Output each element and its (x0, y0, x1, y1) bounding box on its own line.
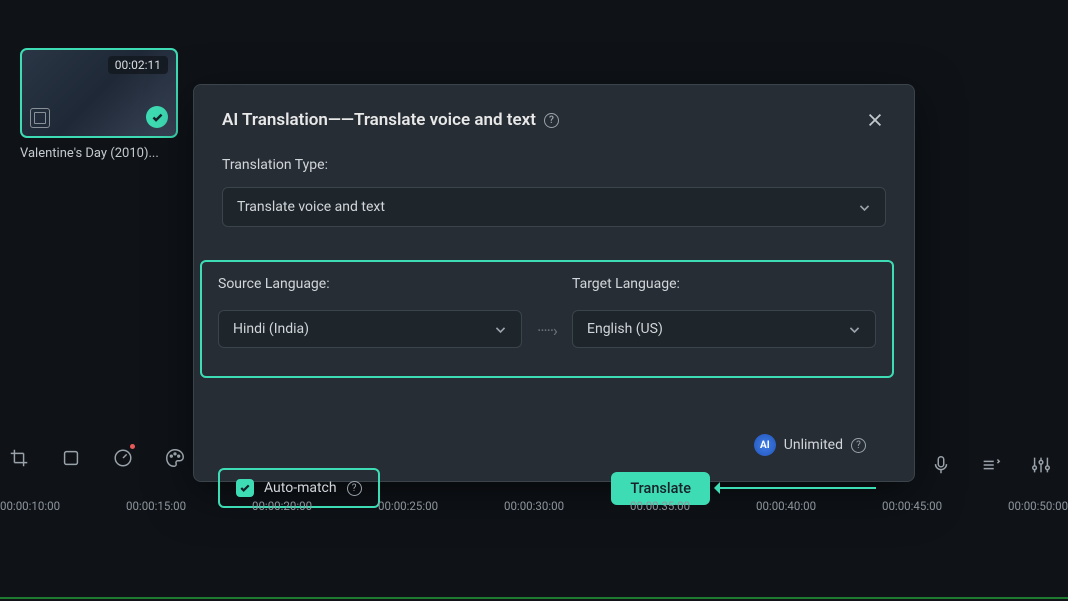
unlimited-indicator: AI Unlimited ? (754, 434, 866, 456)
chevron-down-icon (858, 201, 871, 214)
sliders-icon[interactable] (1030, 454, 1052, 476)
source-language-label: Source Language: (218, 276, 522, 292)
chevron-down-icon (848, 323, 861, 336)
translation-type-select[interactable]: Translate voice and text (222, 187, 886, 227)
checkmark-icon (146, 106, 168, 128)
timeline-toolbar-right (930, 454, 1052, 476)
media-icon (30, 108, 50, 128)
arrow-right-icon: ·····› (522, 321, 572, 340)
chevron-down-icon (494, 323, 507, 336)
timeline-label: 00:00:25:00 (378, 499, 438, 513)
crop-icon[interactable] (8, 447, 30, 469)
help-icon[interactable]: ? (544, 113, 559, 128)
timeline-label: 00:00:45:00 (882, 499, 942, 513)
help-icon[interactable]: ? (851, 438, 866, 453)
timeline-toolbar-left (0, 440, 194, 476)
timeline-label: 00:00:10:00 (0, 499, 60, 513)
timeline-label: 00:00:35:00 (630, 499, 690, 513)
speed-icon[interactable] (112, 447, 134, 469)
microphone-icon[interactable] (930, 454, 952, 476)
timeline-label: 00:00:30:00 (504, 499, 564, 513)
dialog-title: AI Translation——Translate voice and text… (222, 110, 559, 130)
palette-icon[interactable] (164, 447, 186, 469)
translation-type-label: Translation Type: (222, 157, 886, 173)
thumbnail-duration: 00:02:11 (108, 56, 168, 74)
timeline-label: 00:00:20:00 (252, 499, 312, 513)
source-language-select[interactable]: Hindi (India) (218, 310, 522, 348)
audio-tracks-icon[interactable] (980, 454, 1002, 476)
target-language-select[interactable]: English (US) (572, 310, 876, 348)
timeline-ruler[interactable]: 00:00:10:00 00:00:15:00 00:00:20:00 00:00:2… (0, 491, 1068, 531)
square-icon[interactable] (60, 447, 82, 469)
timeline-label: 00:00:40:00 (756, 499, 816, 513)
ai-badge-icon: AI (754, 434, 776, 456)
progress-bar (0, 597, 1068, 599)
close-button[interactable] (864, 109, 886, 131)
target-language-label: Target Language: (572, 276, 876, 292)
timeline-label: 00:00:50:00 (1008, 499, 1068, 513)
language-row: Source Language: Hindi (India) ·····› Ta… (200, 260, 894, 378)
annotation-arrow (716, 487, 876, 489)
timeline-label: 00:00:15:00 (126, 499, 186, 513)
video-thumbnail[interactable]: 00:02:11 (20, 48, 178, 138)
thumbnail-title: Valentine's Day (2010)... (20, 146, 178, 161)
